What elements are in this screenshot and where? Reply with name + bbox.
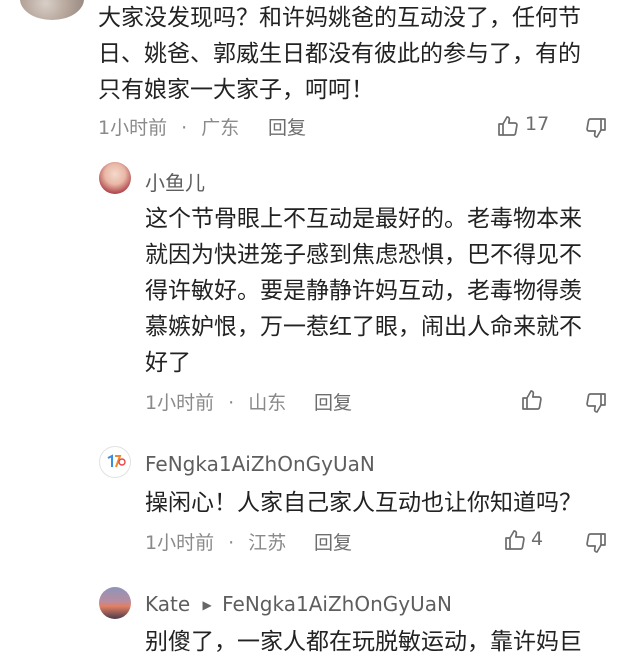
location: 广东 (201, 117, 240, 139)
comment-text-line: 好了 (145, 350, 191, 376)
comment-1-meta: 1小时前 · 广东 (98, 113, 239, 140)
like-count: 4 (531, 528, 544, 550)
thumbs-down-icon[interactable] (584, 531, 608, 555)
avatar[interactable] (20, 0, 84, 20)
logo-icon (107, 454, 126, 468)
separator: · (228, 532, 235, 554)
reply-button[interactable]: 回复 (268, 113, 306, 140)
location: 江苏 (248, 532, 287, 554)
thumbs-down-icon[interactable] (584, 391, 608, 415)
timestamp: 1小时前 (145, 392, 215, 414)
thumbs-up-icon[interactable] (503, 528, 527, 552)
comment-2-text: 这个节骨眼上不互动是最好的。老毒物本来 就因为快进笼子感到焦虑恐惧，巴不得见不 … (145, 201, 582, 381)
separator: · (181, 117, 188, 139)
comment-text-line: 操闲心！人家自己家人互动也让你知道吗？ (145, 490, 582, 516)
comment-2-meta: 1小时前 · 山东 (145, 388, 286, 415)
thumbs-up-icon[interactable] (496, 114, 520, 138)
separator: · (228, 392, 235, 414)
comment-text-line: 大家没发现吗？和许妈姚爸的互动没了，任何节 (98, 5, 581, 31)
comment-3-meta: 1小时前 · 江苏 (145, 528, 286, 555)
username[interactable]: Kate (145, 592, 190, 616)
like-count: 17 (525, 113, 550, 135)
reply-arrow-icon: ▶ (202, 598, 212, 612)
reply-button[interactable]: 回复 (314, 528, 352, 555)
avatar[interactable] (99, 162, 131, 194)
comment-1-text: 大家没发现吗？和许妈姚爸的互动没了，任何节 日、姚爸、郭威生日都没有彼此的参与了… (98, 0, 581, 108)
avatar[interactable] (99, 446, 131, 478)
comment-text-line: 这个节骨眼上不互动是最好的。老毒物本来 (145, 206, 582, 232)
comment-text-line: 日、姚爸、郭威生日都没有彼此的参与了，有的 (98, 41, 581, 67)
comment-text-line: 就因为快进笼子感到焦虑恐惧，巴不得见不 (145, 242, 582, 268)
thumbs-up-icon[interactable] (520, 388, 544, 412)
thumbs-down-icon[interactable] (584, 116, 608, 140)
comment-text-line: 只有娘家一大家子，呵呵！ (98, 77, 374, 103)
location: 山东 (248, 392, 287, 414)
comment-text-line: 别傻了，一家人都在玩脱敏运动，靠许妈巨 (145, 629, 582, 655)
reply-header: Kate ▶ FeNgka1AiZhOnGyUaN (145, 592, 452, 616)
comment-text-line: 得许敏好。要是静静许妈互动，老毒物得羡 (145, 278, 582, 304)
timestamp: 1小时前 (98, 117, 168, 139)
comment-text-line: 慕嫉妒恨，万一惹红了眼，闹出人命来就不 (145, 314, 582, 340)
comment-4-text: 别傻了，一家人都在玩脱敏运动，靠许妈巨 (145, 624, 582, 660)
username[interactable]: FeNgka1AiZhOnGyUaN (145, 452, 375, 476)
reply-to-username[interactable]: FeNgka1AiZhOnGyUaN (222, 592, 452, 616)
timestamp: 1小时前 (145, 532, 215, 554)
username[interactable]: 小鱼儿 (145, 167, 205, 196)
reply-button[interactable]: 回复 (314, 388, 352, 415)
avatar[interactable] (99, 587, 131, 619)
comment-3-text: 操闲心！人家自己家人互动也让你知道吗？ (145, 485, 582, 521)
